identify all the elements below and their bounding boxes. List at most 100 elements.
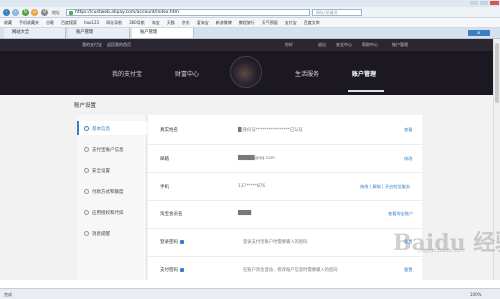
address-bar[interactable]: https://custweb.alipay.com/account/index…	[66, 9, 310, 16]
bookmark-item[interactable]: 天气预报	[262, 20, 278, 25]
tab-list: 网站大全 账户管理 账户管理	[4, 28, 196, 39]
sidebar-item-authorization[interactable]: 应用授权和代扣	[84, 210, 124, 216]
bookmark-item[interactable]: 淘宝	[152, 20, 160, 25]
row-label-phone: 手机	[160, 185, 169, 190]
forward-icon[interactable]: ›	[12, 9, 19, 16]
topbar-link-help[interactable]: 帮助中心	[362, 42, 378, 48]
bookmark-item[interactable]: 百度搜索	[61, 20, 77, 25]
row-label-email: 邮箱	[160, 157, 169, 162]
settings-sidebar	[77, 115, 147, 280]
window-titlebar	[0, 0, 500, 7]
nav-account-management[interactable]: 账户管理	[352, 69, 376, 78]
scroll-thumb[interactable]	[495, 43, 499, 103]
topbar-user: 你好	[285, 42, 293, 47]
row-value-phone: 137*****876	[238, 184, 266, 189]
page-title: 账户设置	[74, 103, 97, 109]
status-text: 完成	[4, 292, 12, 297]
avatar[interactable]	[230, 56, 262, 88]
edit-email-link[interactable]: 修改	[404, 156, 412, 162]
topbar-link-mine[interactable]: 我的支付宝	[82, 42, 102, 48]
sidebar-item-security[interactable]: 安全设置	[84, 168, 110, 174]
divider	[148, 144, 422, 145]
view-taobao-link[interactable]: 查看淘宝账户	[388, 211, 413, 217]
authorization-icon	[84, 210, 89, 215]
payment-icon	[84, 189, 89, 194]
site-topbar: 我的支付宝 返回我的首页 你好 退出 安全中心 帮助中心 账户管理	[0, 39, 500, 51]
row-label-taobao: 淘宝会员名	[160, 212, 183, 217]
account-info-icon	[84, 147, 89, 152]
view-real-name-link[interactable]: 查看	[404, 127, 412, 133]
search-box[interactable]: 网址/关键词	[312, 9, 362, 16]
tab-active[interactable]: 账户管理	[132, 28, 194, 38]
sidebar-item-payment[interactable]: 付款方式和额度	[84, 189, 124, 195]
shield-icon	[84, 168, 89, 173]
topbar-link-security[interactable]: 安全中心	[336, 42, 352, 48]
bookmark-item[interactable]: hao123	[84, 20, 99, 25]
tab[interactable]: 账户管理	[68, 28, 130, 38]
row-label-pay-password: 支付密码	[160, 267, 184, 273]
minimize-button[interactable]	[470, 1, 478, 5]
back-icon[interactable]: ‹	[3, 9, 10, 16]
bookmark-item[interactable]: 爱淘宝	[197, 20, 209, 25]
status-bar: 完成 100%	[0, 288, 500, 299]
sidebar-item-label: 基本信息	[92, 127, 110, 132]
refresh-icon[interactable]: ↻	[22, 9, 29, 16]
sidebar-item-notifications[interactable]: 消息提醒	[84, 231, 110, 237]
row-value-pay-password: 在账户资金变动、修改账户信息时需要输入的密码	[243, 268, 338, 273]
bookmark-item[interactable]: 支付宝	[285, 20, 297, 25]
nav-my-alipay[interactable]: 我的支付宝	[112, 69, 142, 78]
divider	[148, 172, 422, 173]
lock-icon	[180, 267, 184, 272]
bookmark-item[interactable]: 天猫	[167, 20, 175, 25]
zoom-level[interactable]: 100%	[470, 292, 481, 297]
nav-wealth[interactable]: 财富中心	[175, 69, 199, 78]
sidebar-item-account-info[interactable]: 支付宝账户信息	[84, 147, 124, 153]
bookmark-list: 收藏 手机收藏夹 谷歌 百度搜索 hao123 网址导航 360导航 淘宝 天猫 京东 爱淘宝 新浪微…	[4, 18, 496, 28]
bookmark-item[interactable]: 百度文库	[304, 20, 320, 25]
row-value-login-password: 登录支付宝账户时需要输入的密码	[243, 240, 308, 245]
desktop-button[interactable]: ⊞	[468, 30, 490, 36]
divider	[148, 256, 422, 257]
bookmark-item[interactable]: 手机收藏夹	[19, 20, 39, 25]
bookmark-item[interactable]: 360导航	[129, 20, 145, 25]
row-label-login-password: 登录密码	[160, 239, 184, 245]
sidebar-item-label: 消息提醒	[92, 232, 110, 237]
bookmark-item[interactable]: 谷歌	[46, 20, 54, 25]
lock-icon	[180, 239, 184, 244]
bookmark-item[interactable]: 携程旅行	[239, 20, 255, 25]
bell-icon	[84, 231, 89, 236]
sidebar-item-label: 应用授权和代扣	[92, 211, 124, 216]
close-window-button[interactable]	[490, 1, 499, 5]
active-nav-indicator	[348, 90, 384, 92]
lock-icon	[69, 11, 73, 15]
row-value-email: █████@qq.com	[238, 156, 275, 161]
sidebar-item-basic-info[interactable]: 基本信息	[84, 126, 110, 132]
bookmarks-bar: 收藏 手机收藏夹 谷歌 百度搜索 hao123 网址导航 360导航 淘宝 天猫 京东 爱淘宝 新浪微…	[0, 18, 500, 28]
home-icon[interactable]: ⌂	[31, 9, 38, 16]
bookmark-item[interactable]: 网址导航	[106, 20, 122, 25]
phone-actions-link[interactable]: 修改 | 解绑 | 开启短信服务	[360, 184, 410, 190]
basic-info-icon	[84, 126, 89, 131]
topbar-link-home[interactable]: 返回我的首页	[107, 42, 131, 48]
restore-icon[interactable]: ↺	[41, 9, 48, 16]
bookmark-item[interactable]: 京东	[182, 20, 190, 25]
tab-strip: 网站大全 账户管理 账户管理 ⊞	[0, 28, 500, 39]
divider	[148, 200, 422, 201]
topbar-link-logout[interactable]: 退出	[318, 42, 326, 48]
reset-pay-password-link[interactable]: 重置	[404, 267, 412, 273]
sidebar-item-label: 付款方式和额度	[92, 190, 124, 195]
sidebar-item-label: 支付宝账户信息	[92, 148, 124, 153]
nav-life-services[interactable]: 生活服务	[295, 69, 319, 78]
address-text: https://custweb.alipay.com/account/index…	[75, 10, 179, 15]
divider	[148, 228, 422, 229]
row-label-real-name: 真实姓名	[160, 128, 178, 133]
tab[interactable]: 网站大全	[4, 28, 66, 38]
watermark-url: jingyan.baidu.com	[418, 248, 465, 254]
maximize-button[interactable]	[480, 1, 488, 5]
pay-password-text: 支付密码	[160, 268, 178, 273]
sidebar-item-label: 安全设置	[92, 169, 110, 174]
row-value-taobao: ████	[238, 211, 252, 216]
bookmark-item[interactable]: 收藏	[4, 20, 12, 25]
bookmark-item[interactable]: 新浪微博	[216, 20, 232, 25]
topbar-link-account[interactable]: 账户管理	[392, 42, 408, 48]
